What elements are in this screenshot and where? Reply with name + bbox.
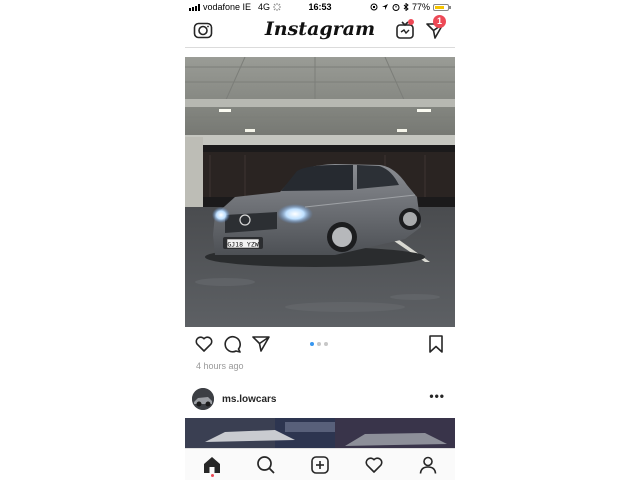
post-image[interactable]: GJ18 YZW	[185, 57, 455, 327]
status-right: 77%	[370, 2, 451, 12]
number-plate: GJ18 YZW	[227, 241, 258, 249]
bookmark-icon[interactable]	[426, 334, 446, 354]
battery-percent: 77%	[411, 2, 430, 12]
username[interactable]: ms.lowcars	[222, 394, 276, 405]
status-bar: vodafone IE 4G 16:53 77%	[185, 0, 455, 14]
new-post-icon[interactable]	[310, 455, 330, 475]
next-post-header: ms.lowcars •••	[185, 386, 455, 412]
car-photo: GJ18 YZW	[185, 57, 455, 327]
igtv-notification-dot	[408, 19, 414, 25]
home-icon[interactable]	[202, 455, 222, 475]
orientation-lock-icon	[370, 3, 378, 11]
next-post-image[interactable]	[185, 418, 455, 448]
bluetooth-icon	[403, 3, 409, 11]
carousel-dot	[317, 342, 321, 346]
post-actions	[185, 333, 455, 355]
post-timestamp: 4 hours ago	[196, 361, 244, 371]
carousel-indicator	[310, 342, 328, 346]
search-icon[interactable]	[256, 455, 276, 475]
nav-divider	[185, 47, 455, 48]
more-options-button[interactable]: •••	[429, 389, 445, 403]
heart-icon[interactable]	[194, 334, 214, 354]
share-icon[interactable]	[251, 334, 271, 354]
profile-icon[interactable]	[418, 455, 438, 475]
carousel-dot	[310, 342, 314, 346]
alarm-icon	[392, 4, 400, 11]
activity-heart-icon[interactable]	[364, 455, 384, 475]
direct-badge: 1	[433, 15, 446, 28]
location-icon	[381, 4, 388, 10]
carousel-dot	[324, 342, 328, 346]
battery-fill	[435, 5, 444, 9]
home-active-dot	[211, 474, 214, 477]
bottom-tab-bar	[185, 448, 455, 480]
battery-icon	[433, 3, 451, 11]
avatar[interactable]	[192, 388, 214, 410]
comment-icon[interactable]	[222, 334, 242, 354]
top-nav: Instagram 1	[185, 14, 455, 46]
